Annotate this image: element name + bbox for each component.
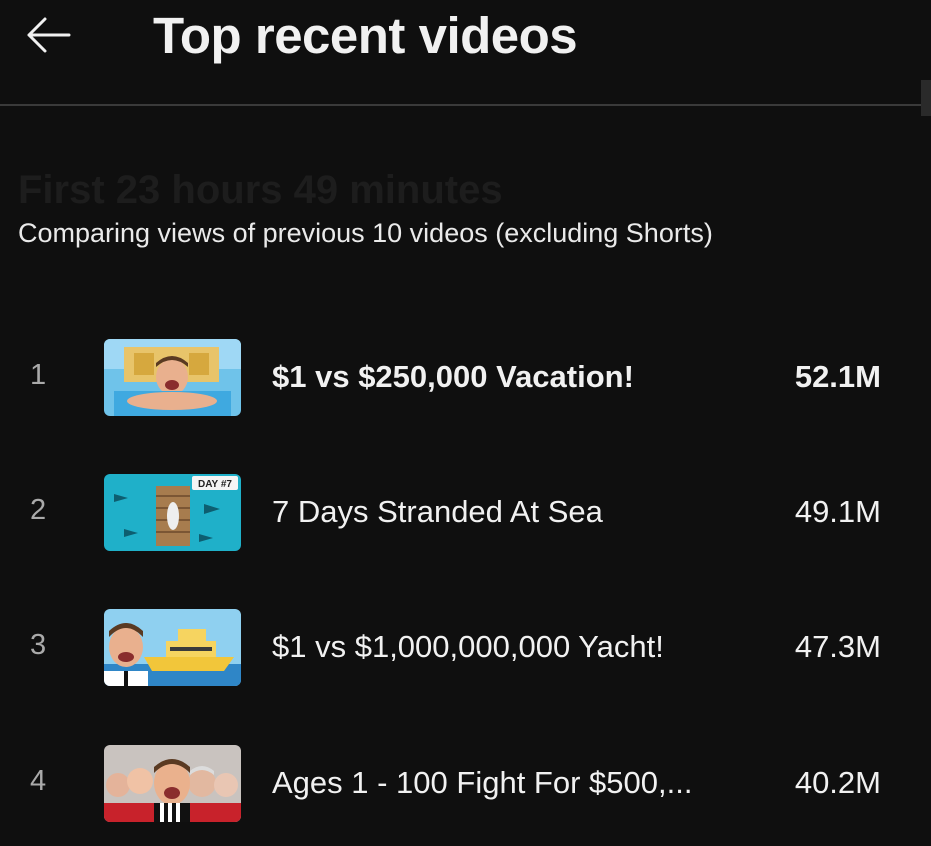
- video-row-2[interactable]: 2 DAY #7 7 Days Stranded At Sea 49.1M: [0, 474, 931, 554]
- video-views: 52.1M: [794, 359, 881, 394]
- header-divider: [0, 104, 931, 106]
- video-title: $1 vs $250,000 Vacation!: [272, 359, 634, 394]
- section-title: First 23 hours 49 minutes: [18, 168, 503, 212]
- video-rank: 1: [30, 359, 47, 391]
- video-title: Ages 1 - 100 Fight For $500,...: [272, 765, 693, 800]
- top-bar: Top recent videos: [0, 0, 931, 104]
- scrollbar[interactable]: [921, 80, 931, 116]
- video-thumbnail[interactable]: [104, 609, 241, 686]
- video-rank: 3: [30, 629, 47, 661]
- video-row-3[interactable]: 3 $1 vs $1,000,000,000 Yacht! 47.3M: [0, 609, 931, 689]
- arrow-left-icon: [25, 15, 71, 60]
- section-subtitle: Comparing views of previous 10 videos (e…: [18, 218, 713, 248]
- back-button[interactable]: [22, 14, 74, 60]
- video-views: 40.2M: [794, 765, 881, 800]
- video-rank: 4: [30, 765, 47, 797]
- video-thumbnail[interactable]: [104, 745, 241, 822]
- video-views: 47.3M: [794, 629, 881, 664]
- video-rank: 2: [30, 494, 47, 526]
- video-row-4[interactable]: 4 Ages 1 - 100 Fight For $500,... 40.2M: [0, 745, 931, 825]
- thumbnail-badge: DAY #7: [198, 479, 232, 490]
- video-views: 49.1M: [794, 494, 881, 529]
- video-title: 7 Days Stranded At Sea: [272, 494, 603, 529]
- video-title: $1 vs $1,000,000,000 Yacht!: [272, 629, 664, 664]
- video-thumbnail[interactable]: DAY #7: [104, 474, 241, 551]
- video-thumbnail[interactable]: [104, 339, 241, 416]
- video-row-1[interactable]: 1 $1 vs $250,000 Vacation! 52.1M: [0, 339, 931, 419]
- page-title: Top recent videos: [153, 7, 578, 64]
